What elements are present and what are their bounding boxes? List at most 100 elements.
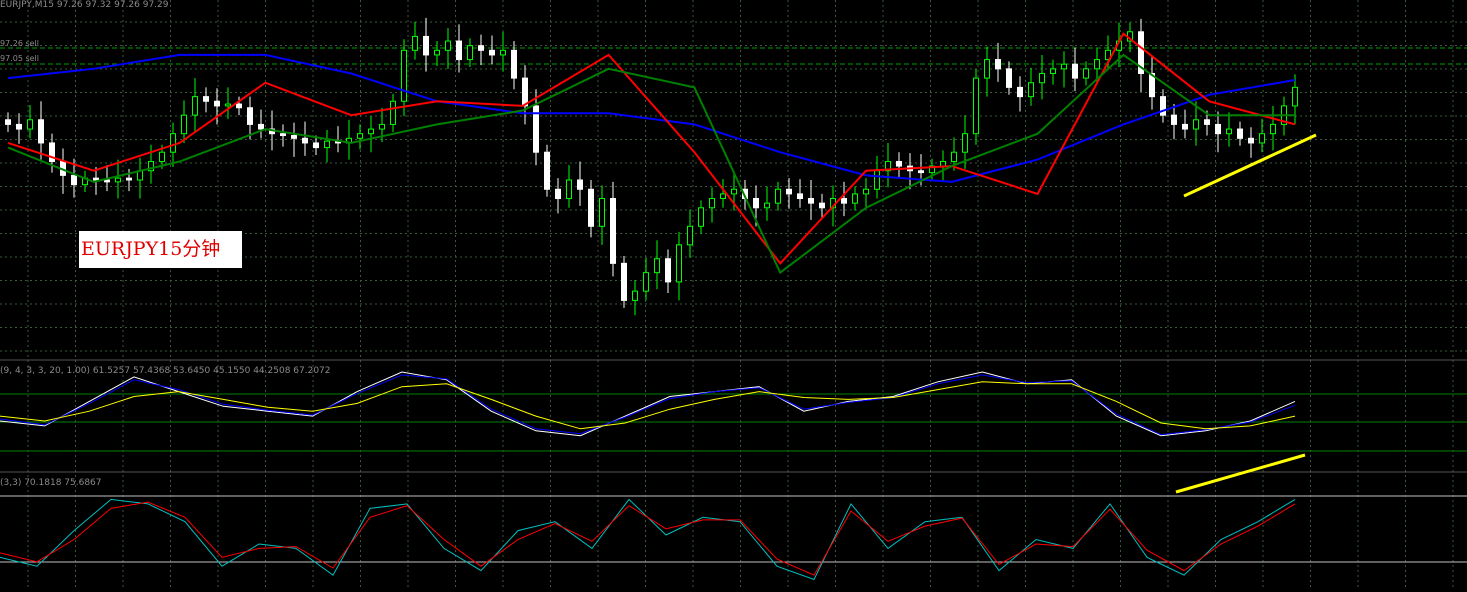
candle-body — [1083, 68, 1089, 79]
stochastic-panel-header: (3,3) 70.1818 75.6867 — [0, 478, 102, 488]
candle-body — [786, 188, 792, 195]
candle-body — [126, 177, 132, 181]
candle-body — [434, 49, 440, 56]
candle-body — [1050, 68, 1056, 74]
candle-body — [797, 193, 803, 200]
candle-body — [1259, 133, 1265, 144]
chart-root: EURJPY,M15 97.26 97.32 97.26 97.29 97.26… — [0, 0, 1467, 588]
candle-body — [720, 193, 726, 200]
candle-body — [962, 133, 968, 153]
candle-body — [511, 49, 517, 79]
candle-body — [225, 103, 231, 107]
candle-body — [1193, 119, 1199, 130]
candle-body — [478, 45, 484, 51]
candle-body — [808, 198, 814, 204]
candle-body — [1028, 82, 1034, 98]
candle-body — [324, 140, 330, 149]
candle-body — [401, 49, 407, 102]
candle-body — [1094, 59, 1100, 70]
candle-body — [1017, 86, 1023, 98]
candle-body — [16, 123, 22, 130]
candle-body — [258, 123, 264, 130]
candle-body — [709, 198, 715, 209]
candle-body — [764, 202, 770, 209]
candle-body — [555, 188, 561, 200]
candle-body — [159, 151, 165, 162]
candle-body — [819, 202, 825, 209]
candle-body — [1182, 123, 1188, 130]
candle-body — [698, 207, 704, 227]
candle-body — [1292, 86, 1298, 107]
candle-body — [104, 179, 110, 183]
pair-annotation-label: EURJPY15分钟 — [79, 231, 242, 268]
candle-body — [302, 137, 308, 144]
candle-body — [643, 272, 649, 292]
candle-body — [5, 119, 11, 125]
candle-body — [973, 77, 979, 135]
candle-body — [951, 151, 957, 162]
candle-body — [192, 96, 198, 116]
oscillator-line — [0, 371, 1296, 437]
candle-body — [27, 119, 33, 130]
candle-body — [731, 188, 737, 195]
candle-body — [71, 174, 77, 186]
candle-body — [423, 35, 429, 56]
candle-body — [1006, 68, 1012, 88]
candle-body — [621, 262, 627, 301]
candle-body — [467, 45, 473, 61]
stochastic-line — [0, 501, 1296, 576]
candle-body — [995, 59, 1001, 70]
candle-body — [874, 170, 880, 190]
candle-body — [852, 193, 858, 204]
candle-body — [1215, 123, 1221, 135]
candle-body — [918, 170, 924, 174]
candle-body — [489, 49, 495, 56]
price-panel-header: EURJPY,M15 97.26 97.32 97.26 97.29 — [0, 0, 169, 10]
candle-body — [522, 77, 528, 107]
candle-body — [654, 258, 660, 274]
candle-body — [214, 100, 220, 107]
candle-body — [368, 128, 374, 135]
candle-body — [1270, 123, 1276, 135]
candle-body — [93, 177, 99, 181]
candle-body — [357, 133, 363, 139]
candle-body — [896, 160, 902, 167]
candle-body — [379, 123, 385, 130]
candle-body — [1061, 63, 1067, 70]
candle-body — [170, 133, 176, 153]
candle-body — [610, 198, 616, 264]
candle-body — [753, 198, 759, 209]
candle-body — [38, 119, 44, 144]
candle-body — [1072, 63, 1078, 79]
candle-body — [841, 198, 847, 204]
candle-body — [115, 177, 121, 183]
candle-body — [1204, 119, 1210, 125]
candle-body — [181, 114, 187, 135]
oscillator-panel-header: (9, 4, 3, 3, 20, 1.00) 61.5257 57.4368 5… — [0, 366, 331, 376]
candle-body — [280, 133, 286, 137]
candle-body — [984, 59, 990, 79]
chart-svg — [0, 0, 1467, 588]
candle-body — [247, 107, 253, 125]
candle-body — [203, 96, 209, 102]
candle-body — [632, 290, 638, 301]
candle-body — [676, 244, 682, 283]
candle-body — [1039, 72, 1045, 84]
price-level-label: 97.26 sell — [0, 39, 39, 48]
candle-body — [390, 100, 396, 125]
candle-body — [665, 258, 671, 283]
candle-body — [412, 35, 418, 51]
candle-body — [1248, 137, 1254, 144]
candle-body — [863, 188, 869, 195]
candle-body — [1171, 114, 1177, 125]
candle-body — [544, 151, 550, 190]
candle-body — [577, 179, 583, 190]
candle-body — [687, 225, 693, 246]
oscillator-line — [0, 374, 1296, 436]
moving-average-line — [7, 32, 1296, 265]
candle-body — [1226, 128, 1232, 135]
candle-body — [236, 103, 242, 109]
stochastic-line — [0, 498, 1296, 581]
candle-body — [445, 40, 451, 51]
trendline-oscillator — [1175, 453, 1306, 494]
